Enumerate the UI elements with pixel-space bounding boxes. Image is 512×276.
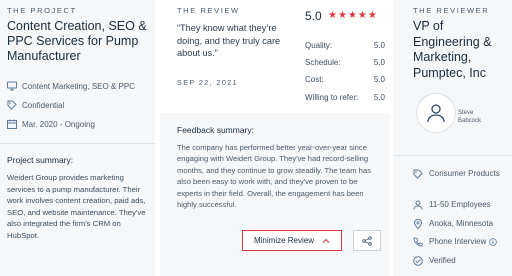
chevron-up-icon bbox=[322, 238, 330, 243]
review-column: THE REVIEW “They know what they’re doing… bbox=[160, 0, 389, 276]
reviewer-industry: Consumer Products bbox=[413, 168, 509, 179]
project-dates: Mar. 2020 - Ongoing bbox=[7, 119, 95, 129]
minimize-review-label: Minimize Review bbox=[253, 236, 314, 245]
star-icon: ★ bbox=[367, 10, 377, 21]
reviewer-verified-label: Verified bbox=[429, 256, 456, 265]
review-date: SEP 22, 2021 bbox=[177, 78, 239, 87]
star-icon: ★ bbox=[337, 10, 347, 21]
rating-value: 5.0 bbox=[373, 58, 385, 67]
person-icon bbox=[413, 200, 423, 210]
review-quote: “They know what they’re doing, and they … bbox=[177, 23, 281, 59]
reviewer-size: 11-50 Employees bbox=[413, 199, 509, 210]
user-icon bbox=[427, 104, 445, 123]
project-dates-label: Mar. 2020 - Ongoing bbox=[22, 119, 95, 129]
review-eyebrow: THE REVIEW bbox=[177, 6, 240, 15]
calendar-icon bbox=[7, 119, 17, 129]
location-pin-icon bbox=[413, 219, 423, 229]
share-button[interactable] bbox=[353, 230, 381, 251]
minimize-review-button[interactable]: Minimize Review bbox=[242, 230, 342, 251]
reviewer-title: VP of Engineering & Marketing, Pumptec, … bbox=[413, 19, 492, 80]
star-icon: ★ bbox=[328, 10, 337, 21]
feedback-label: Feedback summary: bbox=[177, 125, 254, 135]
reviewer-column: THE REVIEWER VP of Engineering & Marketi… bbox=[394, 0, 512, 276]
rating-label: Willing to refer: bbox=[305, 93, 359, 102]
reviewer-divider bbox=[394, 155, 512, 156]
project-title: Content Creation, SEO & PPC Services for… bbox=[7, 19, 147, 63]
rating-value: 5.0 bbox=[373, 75, 385, 84]
rating-label: Cost: bbox=[305, 75, 324, 84]
check-circle-icon bbox=[413, 256, 423, 266]
rating-cost: Cost: 5.0 bbox=[305, 75, 385, 84]
rating-value: 5.0 bbox=[373, 93, 385, 102]
project-eyebrow: THE PROJECT bbox=[7, 6, 77, 15]
reviewer-location-label: Anoka, Minnesota bbox=[429, 219, 494, 228]
monitor-icon bbox=[7, 81, 17, 91]
reviewer-interview: Phone Interview bbox=[413, 236, 509, 247]
feedback-section: Feedback summary: The company has perfor… bbox=[160, 113, 389, 276]
project-category: Content Marketing, SEO & PPC bbox=[7, 81, 135, 91]
tag-icon bbox=[413, 169, 423, 179]
project-budget: Confidential bbox=[7, 100, 64, 110]
rating-quality: Quality: 5.0 bbox=[305, 41, 385, 50]
project-divider bbox=[0, 143, 155, 144]
phone-icon bbox=[413, 237, 423, 247]
star-icon: ★ bbox=[347, 10, 357, 21]
feedback-text: The company has performed better year-ov… bbox=[177, 143, 371, 210]
reviewer-location: Anoka, Minnesota bbox=[413, 218, 509, 229]
reviewer-size-label: 11-50 Employees bbox=[429, 200, 491, 209]
project-column: THE PROJECT Content Creation, SEO & PPC … bbox=[0, 0, 155, 276]
project-budget-label: Confidential bbox=[22, 100, 65, 110]
star-icon: ★ bbox=[357, 10, 367, 21]
reviewer-industry-label: Consumer Products bbox=[429, 169, 500, 178]
star-rating: ★ ★ ★ ★ ★ bbox=[328, 10, 377, 21]
overall-score: 5.0 bbox=[305, 9, 322, 23]
reviewer-interview-label: Phone Interview bbox=[429, 237, 487, 246]
avatar bbox=[416, 93, 456, 133]
rating-label: Schedule: bbox=[305, 58, 341, 67]
rating-refer: Willing to refer: 5.0 bbox=[305, 93, 385, 102]
reviewer-verified: Verified bbox=[413, 255, 509, 266]
reviewer-eyebrow: THE REVIEWER bbox=[413, 6, 490, 15]
project-summary-text: Weidert Group provides marketing service… bbox=[7, 173, 146, 240]
project-category-label: Content Marketing, SEO & PPC bbox=[22, 81, 135, 91]
rating-value: 5.0 bbox=[373, 41, 385, 50]
rating-label: Quality: bbox=[305, 41, 333, 50]
info-icon[interactable] bbox=[489, 238, 498, 246]
share-icon bbox=[362, 235, 372, 246]
tag-icon bbox=[7, 100, 17, 110]
reviewer-name: Steve Babcock bbox=[458, 110, 482, 124]
project-summary-label: Project summary: bbox=[7, 155, 74, 165]
rating-schedule: Schedule: 5.0 bbox=[305, 58, 385, 67]
